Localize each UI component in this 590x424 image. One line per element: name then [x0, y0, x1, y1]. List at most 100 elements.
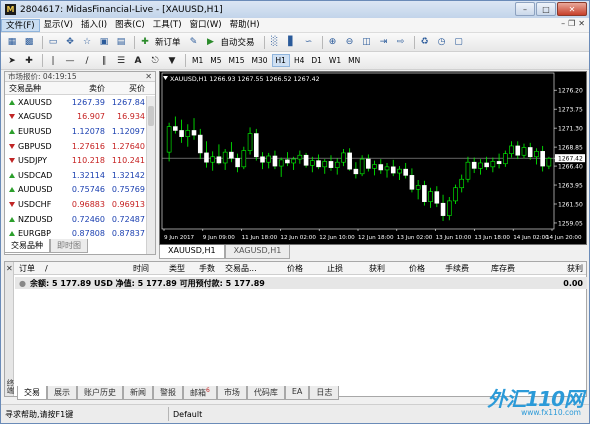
column-ask[interactable]: 买价 — [105, 83, 145, 94]
minimize-button[interactable]: – — [515, 2, 535, 16]
indicators-icon[interactable]: ♻ — [418, 35, 432, 49]
tab-code-base[interactable]: 代码库 — [246, 386, 285, 400]
maximize-button[interactable]: □ — [536, 2, 556, 16]
market-watch-row[interactable]: NZDUSD 0.72460 0.72487 — [5, 212, 155, 227]
tab-journal[interactable]: 日志 — [309, 386, 340, 400]
line-chart-icon[interactable]: ∽ — [302, 35, 316, 49]
tab-mailbox[interactable]: 邮箱6 — [183, 386, 217, 400]
timeframe-m30[interactable]: M30 — [249, 55, 271, 66]
bar-chart-icon[interactable]: ░ — [268, 35, 282, 49]
close-icon[interactable]: ✕ — [6, 264, 13, 273]
column-swap[interactable]: 库存费 — [491, 263, 515, 274]
tab-alerts[interactable]: 警报 — [153, 386, 183, 400]
timeframe-m5[interactable]: M5 — [207, 55, 224, 66]
tab-market[interactable]: 市场 — [216, 386, 247, 400]
tab-tick-chart[interactable]: 即时图 — [50, 239, 88, 253]
column-sort[interactable]: / — [45, 264, 48, 273]
metaeditor-icon[interactable]: ✎ — [187, 35, 201, 49]
channel-icon[interactable]: ∥ — [97, 54, 111, 68]
zoom-in-icon[interactable]: ⊕ — [326, 35, 340, 49]
text-tool-icon[interactable]: A — [131, 54, 145, 68]
mdi-restore-icon[interactable]: ❐ — [568, 19, 575, 28]
mdi-minimize-icon[interactable]: – — [561, 19, 565, 28]
column-take-profit[interactable]: 获利 — [369, 263, 385, 274]
auto-trading-icon[interactable]: ▶ — [204, 35, 218, 49]
mdi-close-icon[interactable]: ✕ — [578, 19, 585, 28]
scrollbar-thumb[interactable] — [148, 106, 154, 126]
timeframe-h4[interactable]: H4 — [291, 55, 307, 66]
column-symbol[interactable]: 交易品种 — [5, 83, 65, 94]
data-window-icon[interactable]: ✥ — [63, 35, 77, 49]
tester-icon[interactable]: ▤ — [114, 35, 128, 49]
menu-charts[interactable]: 图表(C) — [111, 19, 149, 32]
menu-insert[interactable]: 插入(I) — [77, 19, 111, 32]
tab-exposure[interactable]: 展示 — [47, 386, 77, 400]
tab-chart-xauusd[interactable]: XAUUSD,H1 — [159, 245, 225, 259]
zoom-out-icon[interactable]: ⊖ — [343, 35, 357, 49]
column-current-price[interactable]: 价格 — [409, 263, 425, 274]
trendline-icon[interactable]: ∕ — [80, 54, 94, 68]
candlestick-icon[interactable]: ▋ — [285, 35, 299, 49]
column-profit[interactable]: 获利 — [567, 263, 583, 274]
navigator-icon[interactable]: ☆ — [80, 35, 94, 49]
tab-trade[interactable]: 交易 — [17, 386, 47, 400]
column-time[interactable]: 时间 — [133, 263, 149, 274]
menu-view[interactable]: 显示(V) — [40, 19, 77, 32]
title-bar[interactable]: M 2804617: MidasFinancial-Live - [XAUUSD… — [1, 1, 589, 18]
new-order-icon[interactable]: ✚ — [138, 35, 152, 49]
tab-symbols[interactable]: 交易品种 — [4, 239, 50, 253]
timeframe-h1[interactable]: H1 — [271, 54, 290, 67]
column-type[interactable]: 类型 — [169, 263, 185, 274]
chart-menu-icon[interactable] — [163, 76, 168, 80]
market-watch-row[interactable]: USDJPY 110.218 110.241 — [5, 153, 155, 168]
timeframe-w1[interactable]: W1 — [326, 55, 344, 66]
tile-windows-icon[interactable]: ◫ — [360, 35, 374, 49]
chart-shift-icon[interactable]: ⇥ — [377, 35, 391, 49]
market-watch-row[interactable]: EURUSD 1.12078 1.12097 — [5, 124, 155, 139]
auto-trading-button[interactable]: 自动交易 — [221, 36, 255, 48]
terminal-icon[interactable]: ▣ — [97, 35, 111, 49]
tab-chart-xagusd[interactable]: XAGUSD,H1 — [224, 245, 291, 259]
market-watch-row[interactable]: XAUUSD 1267.39 1267.84 — [5, 95, 155, 110]
candlestick-chart[interactable]: XAUUSD,H1 1266.93 1267.55 1266.52 1267.4… — [160, 72, 586, 244]
crosshair-icon[interactable]: ✚ — [22, 54, 36, 68]
menu-tools[interactable]: 工具(T) — [149, 19, 186, 32]
close-icon[interactable]: ✕ — [145, 72, 152, 81]
tab-account-history[interactable]: 账户历史 — [77, 386, 123, 400]
cursor-icon[interactable]: ➤ — [5, 54, 19, 68]
fibonacci-icon[interactable]: ☰ — [114, 54, 128, 68]
market-watch-row[interactable]: GBPUSD 1.27616 1.27640 — [5, 139, 155, 154]
column-order[interactable]: 订单 — [19, 263, 35, 274]
new-chart-icon[interactable]: ▦ — [5, 35, 19, 49]
market-watch-row[interactable]: XAGUSD 16.907 16.934 — [5, 110, 155, 125]
tab-news[interactable]: 新闻 — [123, 386, 153, 400]
menu-window[interactable]: 窗口(W) — [186, 19, 226, 32]
menu-file[interactable]: 文件(F) — [1, 18, 40, 32]
market-watch-row[interactable]: AUDUSD 0.75746 0.75769 — [5, 183, 155, 198]
new-order-button[interactable]: 新订单 — [155, 36, 181, 48]
periods-icon[interactable]: ◷ — [435, 35, 449, 49]
column-bid[interactable]: 卖价 — [65, 83, 105, 94]
market-watch-scrollbar[interactable] — [146, 96, 155, 254]
profiles-icon[interactable]: ▩ — [22, 35, 36, 49]
timeframe-m15[interactable]: M15 — [226, 55, 248, 66]
horizontal-line-icon[interactable]: — — [63, 54, 77, 68]
column-symbol[interactable]: 交易品... — [225, 263, 257, 274]
templates-icon[interactable]: ▢ — [452, 35, 466, 49]
timeframe-d1[interactable]: D1 — [308, 55, 325, 66]
tab-experts[interactable]: EA — [284, 386, 310, 400]
column-commission[interactable]: 手续费 — [445, 263, 469, 274]
price-chart[interactable]: XAUUSD,H1 1266.93 1267.55 1266.52 1267.4… — [159, 71, 587, 245]
timeframe-m1[interactable]: M1 — [189, 55, 206, 66]
market-watch-row[interactable]: USDCAD 1.32114 1.32142 — [5, 168, 155, 183]
column-lots[interactable]: 手数 — [199, 263, 215, 274]
label-tool-icon[interactable]: ⎋ — [148, 54, 162, 68]
timeframe-mn[interactable]: MN — [345, 55, 363, 66]
arrows-tool-icon[interactable]: ▼ — [165, 54, 179, 68]
menu-help[interactable]: 帮助(H) — [226, 19, 264, 32]
vertical-line-icon[interactable]: | — [46, 54, 60, 68]
close-button[interactable]: ✕ — [557, 2, 587, 16]
auto-scroll-icon[interactable]: ⇨ — [394, 35, 408, 49]
market-watch-row[interactable]: USDCHF 0.96883 0.96913 — [5, 197, 155, 212]
column-price[interactable]: 价格 — [287, 263, 303, 274]
